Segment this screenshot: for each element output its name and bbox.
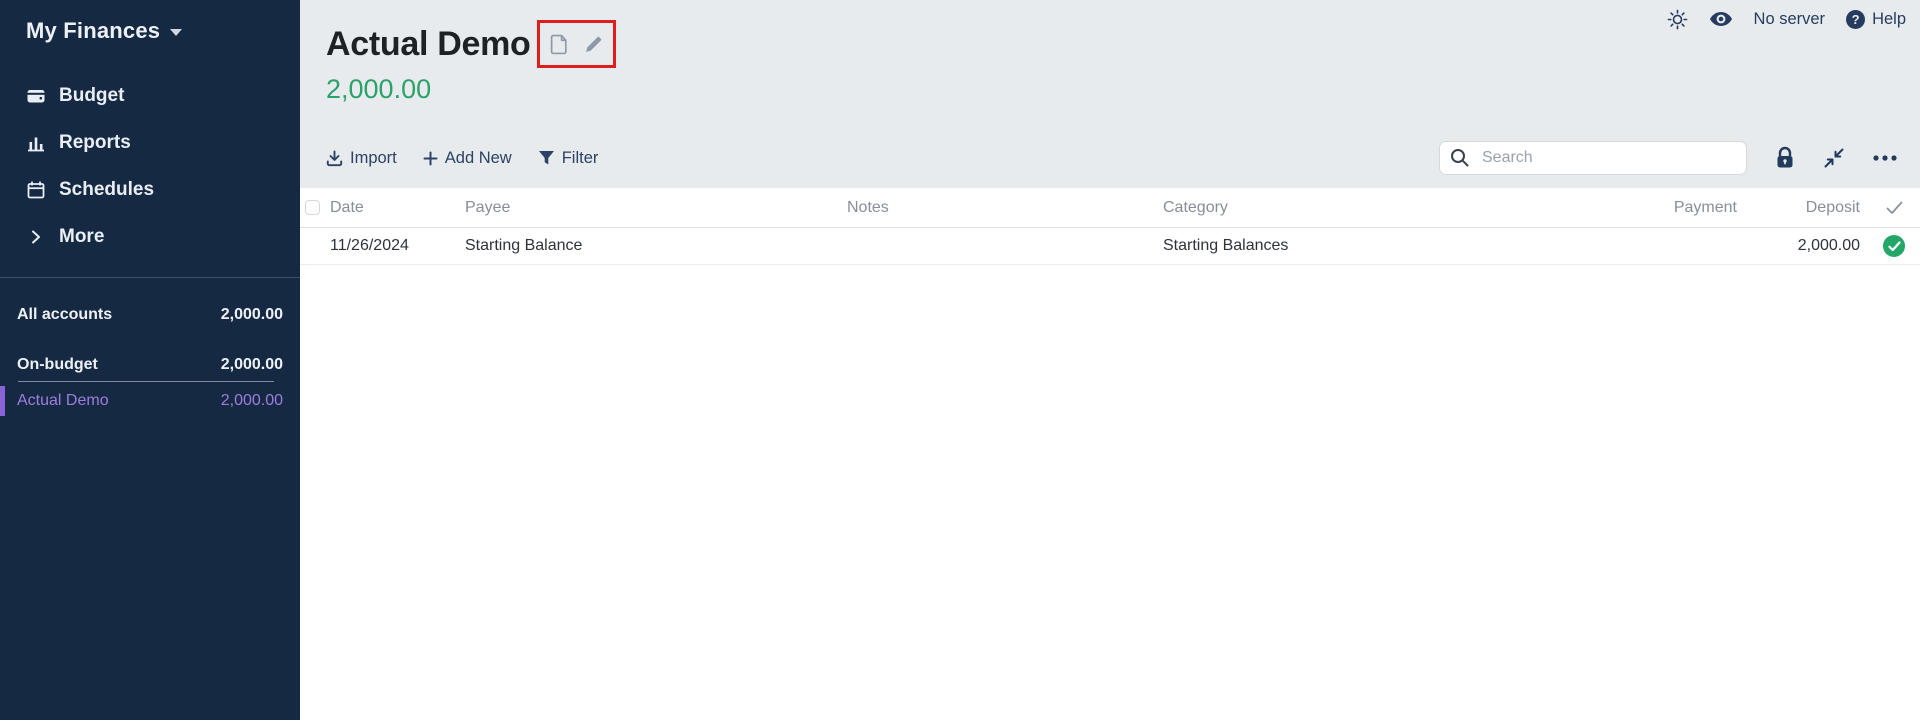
chevron-right-icon (26, 227, 46, 247)
sidebar-item-label: Schedules (59, 179, 154, 201)
filter-button[interactable]: Filter (538, 149, 599, 168)
account-toolbar: Import Add New Filter (326, 140, 598, 176)
select-all-checkbox[interactable] (305, 200, 320, 215)
eye-icon[interactable] (1709, 10, 1733, 28)
account-header: Actual Demo (326, 20, 616, 68)
on-budget-label: On-budget (17, 356, 98, 374)
cell-date[interactable]: 11/26/2024 (330, 237, 465, 255)
filter-label: Filter (562, 149, 599, 168)
sidebar-item-reports[interactable]: Reports (0, 119, 300, 166)
wallet-icon (26, 86, 46, 106)
help-button[interactable]: ? Help (1846, 10, 1906, 29)
help-label: Help (1872, 10, 1906, 29)
top-status-bar: No server ? Help (1667, 6, 1906, 32)
ellipsis-icon[interactable] (1872, 154, 1898, 162)
server-status[interactable]: No server (1754, 10, 1826, 29)
header-payee[interactable]: Payee (465, 199, 847, 217)
plus-icon (423, 151, 438, 166)
header-notes[interactable]: Notes (847, 199, 1163, 217)
bar-chart-icon (26, 133, 46, 153)
cell-payee[interactable]: Starting Balance (465, 237, 847, 255)
budget-file-name: My Finances (26, 18, 160, 44)
filter-funnel-icon (538, 150, 555, 166)
note-icon[interactable] (550, 34, 569, 55)
collapse-icon[interactable] (1823, 147, 1845, 169)
sidebar-item-more[interactable]: More (0, 213, 300, 260)
cell-deposit[interactable]: 2,000.00 (1745, 237, 1868, 255)
question-mark-icon: ? (1846, 10, 1865, 29)
account-title[interactable]: Actual Demo (326, 25, 531, 64)
sidebar-item-label: More (59, 226, 104, 248)
selected-account-indicator (0, 386, 5, 416)
sidebar-account-actual-demo[interactable]: Actual Demo 2,000.00 (0, 384, 300, 418)
account-balance: 2,000.00 (221, 392, 283, 410)
calendar-icon (26, 180, 46, 200)
edit-pencil-icon[interactable] (584, 35, 603, 54)
cell-category[interactable]: Starting Balances (1163, 237, 1668, 255)
cell-cleared (1868, 235, 1920, 257)
search-input[interactable] (1439, 141, 1747, 175)
account-balance: 2,000.00 (326, 74, 431, 105)
add-new-button[interactable]: Add New (423, 149, 512, 168)
account-label: Actual Demo (17, 392, 109, 410)
check-icon (1886, 201, 1903, 215)
chevron-down-icon (170, 29, 182, 36)
sidebar: My Finances Budget Reports Schedules (0, 0, 300, 720)
all-accounts-balance: 2,000.00 (221, 306, 283, 324)
sidebar-divider (0, 277, 300, 278)
sidebar-item-label: Budget (59, 85, 124, 107)
search-box (1439, 141, 1747, 175)
download-icon (326, 150, 343, 167)
annotation-box (537, 20, 616, 68)
actual-budget-app: My Finances Budget Reports Schedules (0, 0, 1920, 720)
all-accounts-row[interactable]: All accounts 2,000.00 (0, 300, 300, 330)
add-new-label: Add New (445, 149, 512, 168)
table-header-row: Date Payee Notes Category Payment Deposi… (300, 188, 1920, 228)
import-label: Import (350, 149, 397, 168)
header-deposit[interactable]: Deposit (1745, 199, 1868, 217)
lock-icon[interactable] (1774, 146, 1796, 170)
sidebar-item-schedules[interactable]: Schedules (0, 166, 300, 213)
sun-icon[interactable] (1667, 9, 1688, 30)
header-payment[interactable]: Payment (1668, 199, 1745, 217)
on-budget-balance: 2,000.00 (221, 356, 283, 374)
import-button[interactable]: Import (326, 149, 397, 168)
header-date[interactable]: Date (330, 199, 465, 217)
transactions-table: Date Payee Notes Category Payment Deposi… (300, 188, 1920, 720)
header-cleared[interactable] (1868, 201, 1920, 215)
sidebar-item-budget[interactable]: Budget (0, 72, 300, 119)
transaction-row[interactable]: 11/26/2024 Starting Balance Starting Bal… (300, 228, 1920, 265)
budget-file-menu[interactable]: My Finances (26, 18, 182, 44)
main-panel: No server ? Help Actual Demo 2,000.00 (300, 0, 1920, 720)
header-checkbox-cell (300, 200, 330, 215)
header-category[interactable]: Category (1163, 199, 1668, 217)
toolbar-right-controls (1439, 140, 1898, 176)
sidebar-item-label: Reports (59, 132, 131, 154)
on-budget-row[interactable]: On-budget 2,000.00 (0, 348, 300, 381)
cleared-check-icon[interactable] (1883, 235, 1905, 257)
all-accounts-label: All accounts (17, 306, 112, 324)
sidebar-nav: Budget Reports Schedules More (0, 72, 300, 260)
on-budget-underline (18, 381, 274, 382)
